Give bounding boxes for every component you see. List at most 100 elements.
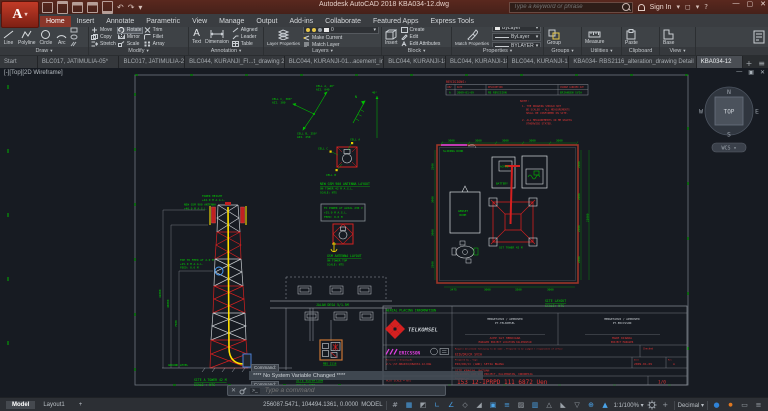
panel-label-layers[interactable]: Layers ▾ (264, 47, 381, 55)
file-tab-active[interactable]: KBA034-12 (696, 56, 743, 68)
tab-home[interactable]: Home (40, 16, 71, 27)
dynamic-ucs-icon[interactable]: ◣ (558, 400, 569, 411)
annotation-scale-button[interactable]: 1:1/100% ▾ (614, 402, 644, 409)
object-color-dropdown[interactable]: ByLayer ▾ (492, 27, 542, 32)
infer-constraints-icon[interactable]: ◩ (418, 400, 429, 411)
isometric-drafting-icon[interactable]: ◇ (460, 400, 471, 411)
notification-icon[interactable]: ● (725, 400, 736, 411)
panel-label-groups[interactable]: Groups ▾ (544, 47, 581, 55)
sign-in-button[interactable]: Sign In (650, 4, 672, 11)
plot-icon[interactable] (102, 0, 113, 14)
new-icon[interactable] (42, 1, 53, 13)
customize-icon[interactable] (239, 387, 247, 395)
restore-button[interactable]: ▢ (747, 0, 754, 8)
leader-button[interactable]: Leader (232, 34, 258, 40)
open-icon[interactable] (57, 0, 68, 14)
graphics-performance-icon[interactable]: ● (711, 400, 722, 411)
layer-properties-button[interactable]: Layer Properties (266, 28, 301, 46)
panel-label-annotation[interactable]: Annotation ▾ (189, 47, 263, 55)
minimize-button[interactable]: — (733, 0, 740, 8)
match-properties-button[interactable]: Match Properties (454, 28, 490, 46)
dimension-button[interactable]: Dimension (204, 29, 230, 45)
rotate-button[interactable]: Rotate (116, 27, 143, 34)
tab-output[interactable]: Output (250, 16, 283, 27)
arc-button[interactable]: Arc (55, 29, 68, 46)
polyline-button[interactable]: Polyline (17, 29, 37, 46)
saveas-icon[interactable] (87, 1, 98, 13)
new-layout-button[interactable]: + (73, 401, 89, 409)
group-button[interactable]: Group (546, 29, 562, 46)
fillet-button[interactable]: Fillet (143, 34, 165, 40)
tab-featured-apps[interactable]: Featured Apps (367, 16, 425, 27)
tab-manage[interactable]: Manage (213, 16, 250, 27)
viewport-controls[interactable]: [-][Top][2D Wireframe] (4, 70, 63, 76)
tab-insert[interactable]: Insert (71, 16, 101, 27)
panel-label-view[interactable]: View ▾ (660, 47, 695, 55)
tab-menu-button[interactable]: ≡ (755, 59, 768, 68)
application-menu-button[interactable]: A ▾ (1, 1, 39, 28)
panel-label-draw[interactable]: Draw ▾ (0, 47, 88, 55)
file-tab[interactable]: BLC017, JATIMULIA-05* (37, 56, 120, 68)
file-tab[interactable]: BLC017, JATIMULIA-24 (119, 56, 186, 68)
object-snap-icon[interactable]: ▣ (488, 400, 499, 411)
autodesk-app-store-icon[interactable]: ◻ (685, 3, 691, 11)
file-tab[interactable]: BLC044, KURANJI-181* (384, 56, 446, 68)
signin-caret-icon[interactable]: ▾ (676, 3, 680, 11)
panel-label-properties[interactable]: Properties ▾ (452, 47, 543, 55)
snap-mode-icon[interactable]: ▦ (404, 400, 415, 411)
make-current-button[interactable]: Make Current (303, 35, 379, 41)
file-tab-start[interactable]: Start (0, 56, 38, 68)
edit-block-button[interactable]: Edit (400, 34, 441, 40)
tab-view[interactable]: View (186, 16, 213, 27)
grid-display-icon[interactable]: # (390, 400, 401, 411)
new-tab-button[interactable]: + (743, 59, 756, 68)
viewcube[interactable]: TOP N W E S (699, 86, 759, 139)
command-close-icon[interactable]: ✕ (231, 387, 236, 394)
annotation-visibility-icon[interactable]: ▲ (600, 400, 611, 411)
polar-tracking-icon[interactable]: ∠ (446, 400, 457, 411)
insert-button[interactable]: Insert (384, 29, 399, 46)
lineweight-icon[interactable]: ≡ (502, 400, 513, 411)
3d-object-snap-icon[interactable]: △ (544, 400, 555, 411)
tab-collaborate[interactable]: Collaborate (319, 16, 367, 27)
command-line-bar[interactable]: ✕ >_ (227, 385, 446, 396)
customization-icon[interactable]: ≡ (753, 400, 764, 411)
ellipse-icon[interactable] (70, 34, 78, 40)
move-button[interactable]: Move (91, 27, 116, 33)
file-tab[interactable]: KBA034- RBS2116_alteration_drawing Detai… (569, 56, 697, 68)
create-block-button[interactable]: Create (400, 27, 441, 33)
tab-addins[interactable]: Add-ins (283, 16, 319, 27)
units-button[interactable]: Decimal ▾ (678, 402, 704, 409)
transparency-icon[interactable]: ▨ (516, 400, 527, 411)
workspace-gear-icon[interactable] (647, 400, 657, 410)
selection-filtering-icon[interactable]: ▽ (572, 400, 583, 411)
stay-connected-icon[interactable]: ▾ (696, 3, 700, 11)
help-search-field[interactable] (508, 1, 633, 13)
ribbon-overflow-tool[interactable] (752, 30, 766, 44)
rectangle-icon[interactable] (70, 27, 78, 33)
clean-screen-icon[interactable]: ▭ (739, 400, 750, 411)
dwg-minimize-button[interactable]: — (736, 69, 742, 76)
mirror-button[interactable]: Mirror (117, 34, 142, 40)
tab-express-tools[interactable]: Express Tools (425, 16, 480, 27)
text-button[interactable]: A Text (191, 29, 202, 45)
command-input[interactable] (262, 386, 442, 395)
wcs-dropdown[interactable]: WCS ▾ (711, 142, 747, 153)
space-indicator[interactable]: MODEL (361, 402, 382, 408)
qat-dropdown-icon[interactable]: ▾ (138, 3, 142, 12)
file-tab[interactable]: BLC044, KURANJI-182* (445, 56, 508, 68)
file-tab[interactable]: BLC044, KURANJI-183* (507, 56, 570, 68)
ortho-mode-icon[interactable]: ∟ (432, 400, 443, 411)
panel-label-utilities[interactable]: Utilities ▾ (582, 47, 621, 55)
tab-annotate[interactable]: Annotate (100, 16, 140, 27)
help-icon[interactable]: ? (704, 3, 708, 11)
redo-icon[interactable]: ↷ (128, 3, 135, 12)
layer-dropdown[interactable]: 0 ▾ (303, 27, 379, 34)
panel-label-block[interactable]: Block ▾ (382, 47, 451, 55)
base-button[interactable]: Base (662, 29, 675, 46)
model-tab[interactable]: Model (6, 401, 36, 409)
search-icon[interactable] (621, 3, 630, 11)
measure-button[interactable]: Measure (584, 29, 605, 45)
layout1-tab[interactable]: Layout1 (37, 401, 70, 409)
file-tab[interactable]: BLC044, KURANJI_FI...t_drawing 2116 New* (185, 56, 285, 68)
